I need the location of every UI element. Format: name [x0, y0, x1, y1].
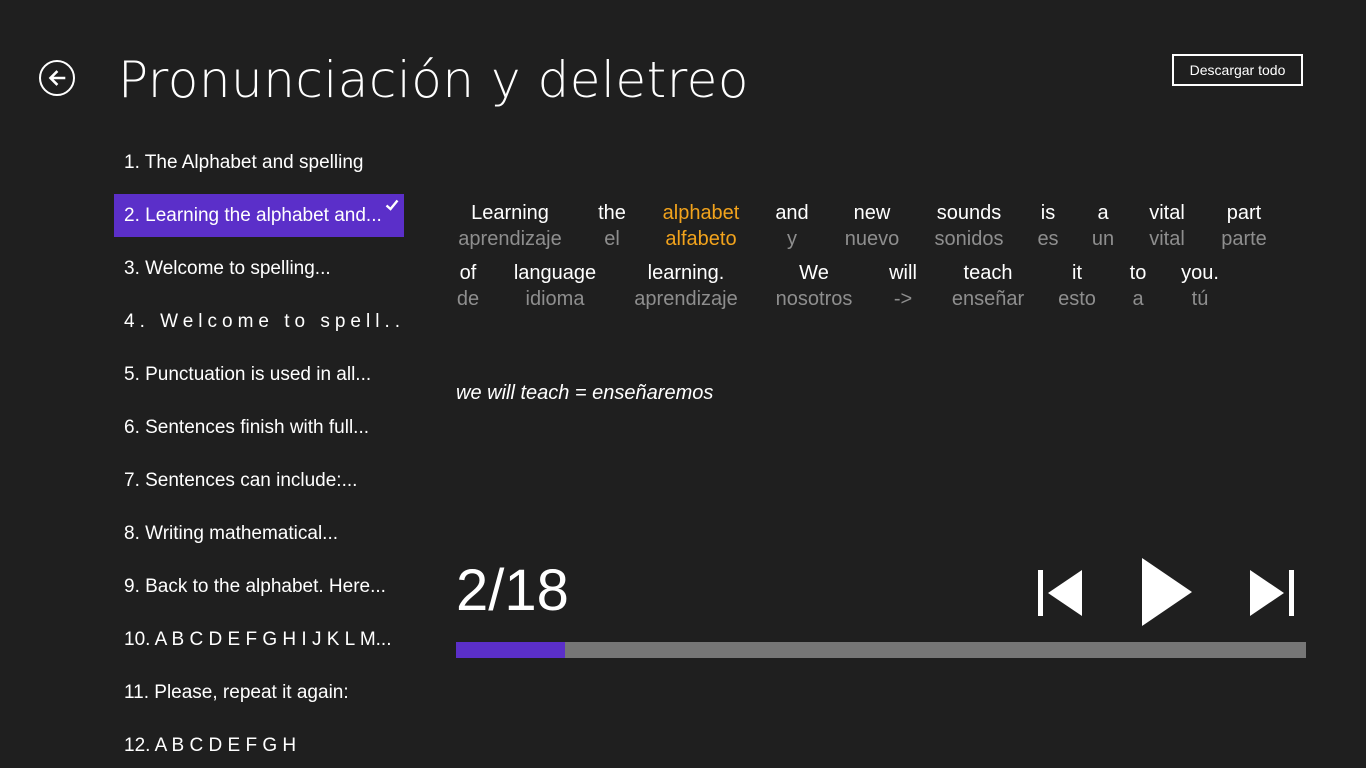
spanish-translation: es	[1037, 228, 1059, 250]
lesson-label: 5. Punctuation is used in all...	[124, 364, 372, 385]
lesson-label: 12. A B C D E F G H	[124, 735, 297, 756]
spanish-translation: aprendizaje	[458, 228, 562, 250]
word-pair[interactable]: it esto	[1058, 260, 1096, 312]
slide-counter: 2/18	[456, 558, 569, 623]
word-pair[interactable]: teach enseñar	[952, 260, 1024, 312]
english-word: sounds	[936, 202, 1002, 224]
lesson-list: 1. The Alphabet and spelling 2. Learning …	[114, 141, 404, 768]
word-pair[interactable]: part parte	[1221, 200, 1267, 252]
word-pair[interactable]: Learning aprendizaje	[458, 200, 561, 252]
word-pair[interactable]: will ->	[889, 260, 917, 312]
progress-bar[interactable]	[456, 642, 1306, 658]
english-word: Learning	[471, 202, 549, 224]
english-word: We	[799, 262, 829, 284]
word-pair[interactable]: and y	[775, 200, 808, 252]
english-word: is	[1040, 202, 1056, 224]
spanish-translation: esto	[1058, 288, 1096, 310]
lesson-label: 11. Please, repeat it again:	[124, 682, 349, 703]
lesson-item[interactable]: 8. Writing mathematical...	[114, 512, 404, 555]
lesson-item[interactable]: 11. Please, repeat it again:	[114, 671, 404, 714]
spanish-translation: un	[1091, 228, 1115, 250]
back-button[interactable]	[39, 60, 75, 96]
spanish-translation: alfabeto	[665, 228, 737, 250]
english-word: it	[1072, 262, 1082, 284]
word-pair[interactable]: the el	[598, 200, 626, 252]
play-button[interactable]	[1140, 558, 1194, 626]
english-word: part	[1226, 202, 1262, 224]
word-pair[interactable]: a un	[1092, 200, 1114, 252]
grammar-note: we will teach = enseñaremos	[456, 382, 714, 404]
lesson-label: 9. Back to the alphabet. Here...	[124, 576, 386, 597]
english-word: alphabet	[662, 202, 740, 224]
spanish-translation: el	[604, 228, 620, 250]
lesson-item[interactable]: 12. A B C D E F G H	[114, 724, 404, 767]
english-word: you.	[1181, 262, 1219, 284]
english-word: the	[598, 202, 626, 224]
lesson-label: 4. Welcome to spell...	[124, 311, 404, 332]
lesson-item[interactable]: 5. Punctuation is used in all...	[114, 353, 404, 396]
lesson-label: 1. The Alphabet and spelling	[124, 152, 364, 173]
english-word: to	[1129, 262, 1147, 284]
lesson-label: 3. Welcome to spelling...	[124, 258, 331, 279]
english-word: and	[775, 202, 809, 224]
word-pair[interactable]: you. tú	[1181, 260, 1219, 312]
previous-button[interactable]	[1036, 570, 1084, 616]
spanish-translation: vital	[1149, 228, 1185, 250]
word-pair[interactable]: learning. aprendizaje	[634, 260, 737, 312]
word-pair[interactable]: sounds sonidos	[935, 200, 1004, 252]
lesson-item[interactable]: 4. Welcome to spell...	[114, 300, 404, 343]
english-word: vital	[1149, 202, 1185, 224]
word-pair[interactable]: to a	[1130, 260, 1147, 312]
progress-fill	[456, 642, 565, 658]
back-arrow-icon	[48, 70, 66, 86]
next-button[interactable]	[1248, 570, 1296, 616]
spanish-translation: de	[456, 288, 480, 310]
lesson-label: 7. Sentences can include:...	[124, 470, 358, 491]
spanish-translation: a	[1132, 288, 1144, 310]
word-pair[interactable]: new nuevo	[845, 200, 900, 252]
spanish-translation: nuevo	[844, 228, 900, 250]
spanish-translation: tú	[1191, 288, 1209, 310]
word-pair[interactable]: vital vital	[1149, 200, 1185, 252]
lesson-item[interactable]: 7. Sentences can include:...	[114, 459, 404, 502]
english-word: teach	[963, 262, 1013, 284]
english-word: learning.	[647, 262, 725, 284]
english-word: a	[1097, 202, 1109, 224]
word-pair[interactable]: of de	[457, 260, 479, 312]
english-word: language	[513, 262, 597, 284]
spanish-translation: sonidos	[934, 228, 1004, 250]
lesson-item[interactable]: 10. A B C D E F G H I J K L M...	[114, 618, 404, 661]
lesson-label: 6. Sentences finish with full...	[124, 417, 370, 438]
spanish-translation: aprendizaje	[634, 288, 738, 310]
english-word: of	[459, 262, 477, 284]
lesson-label: 2. Learning the alphabet and...	[124, 205, 382, 226]
app-window: Pronunciación y deletreo Descargar todo …	[0, 0, 1366, 768]
word-pair[interactable]: We nosotros	[776, 260, 853, 312]
word-pair[interactable]: is es	[1037, 200, 1058, 252]
lesson-label: 8. Writing mathematical...	[124, 523, 339, 544]
lesson-item[interactable]: 2. Learning the alphabet and...	[114, 194, 404, 237]
lesson-label: 10. A B C D E F G H I J K L M...	[124, 629, 392, 650]
lesson-item[interactable]: 3. Welcome to spelling...	[114, 247, 404, 290]
spanish-translation: y	[787, 228, 797, 250]
english-word: new	[853, 202, 891, 224]
page-title: Pronunciación y deletreo	[118, 51, 750, 109]
word-pair[interactable]: alphabet alfabeto	[663, 200, 740, 252]
spanish-translation: enseñar	[951, 288, 1025, 310]
spanish-translation: nosotros	[775, 288, 853, 310]
skip-next-icon	[1250, 570, 1294, 616]
word-pair[interactable]: language idioma	[514, 260, 596, 312]
spanish-translation: ->	[893, 288, 913, 310]
lesson-item[interactable]: 9. Back to the alphabet. Here...	[114, 565, 404, 608]
skip-previous-icon	[1038, 570, 1082, 616]
download-all-button[interactable]: Descargar todo	[1172, 54, 1303, 86]
spanish-translation: idioma	[525, 288, 585, 310]
english-word: will	[889, 262, 917, 284]
play-icon	[1142, 558, 1192, 626]
lesson-item[interactable]: 6. Sentences finish with full...	[114, 406, 404, 449]
spanish-translation: parte	[1221, 228, 1267, 250]
check-icon	[385, 199, 399, 211]
lesson-item[interactable]: 1. The Alphabet and spelling	[114, 141, 404, 184]
